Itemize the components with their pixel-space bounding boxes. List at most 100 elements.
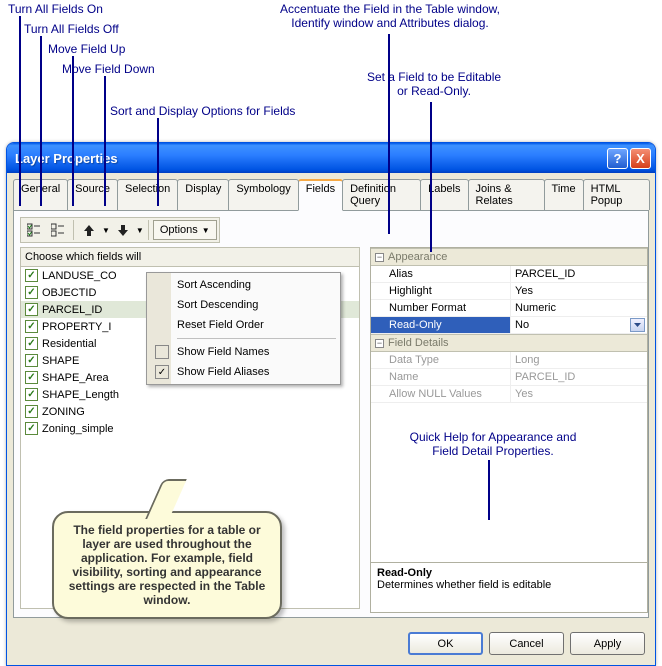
move-down-button[interactable]: [112, 220, 134, 240]
annotation-accentuate: Accentuate the Field in the Table window…: [260, 2, 520, 30]
prop-number-format[interactable]: Number FormatNumeric: [371, 300, 647, 317]
group-label: Appearance: [388, 251, 447, 263]
prop-label: Data Type: [371, 352, 511, 368]
tab-source[interactable]: Source: [67, 179, 118, 210]
field-row-7[interactable]: ✓ SHAPE_Length: [21, 386, 359, 403]
field-row-9[interactable]: ✓ Zoning_simple: [21, 420, 359, 437]
menu-label: Sort Ascending: [177, 279, 251, 291]
all-fields-on-button[interactable]: [23, 220, 45, 240]
field-name: OBJECTID: [42, 287, 96, 299]
tab-html-popup[interactable]: HTML Popup: [583, 179, 650, 210]
menu-sort-desc[interactable]: Sort Descending: [149, 295, 338, 315]
tab-definition-query[interactable]: Definition Query: [342, 179, 421, 210]
prop-highlight[interactable]: HighlightYes: [371, 283, 647, 300]
options-label: Options: [160, 224, 198, 236]
collapse-icon[interactable]: −: [375, 339, 384, 348]
field-name: LANDUSE_CO: [42, 270, 117, 282]
field-name: Residential: [42, 338, 96, 350]
tab-symbology[interactable]: Symbology: [228, 179, 298, 210]
tab-selection[interactable]: Selection: [117, 179, 178, 210]
annotation-all-off: Turn All Fields Off: [24, 22, 119, 36]
callout-bubble: The field properties for a table or laye…: [52, 511, 282, 619]
prop-label: Highlight: [371, 283, 511, 299]
prop-value[interactable]: PARCEL_ID: [511, 266, 647, 282]
prop-label: Number Format: [371, 300, 511, 316]
prop-label: Alias: [371, 266, 511, 282]
annotation-move-down: Move Field Down: [62, 62, 155, 76]
field-checkbox[interactable]: ✓: [25, 371, 38, 384]
split-arrow-icon: ▼: [136, 226, 144, 235]
arrow-up-icon: [82, 223, 96, 237]
menu-show-aliases[interactable]: ✓ Show Field Aliases: [149, 362, 338, 382]
prop-alias[interactable]: AliasPARCEL_ID: [371, 266, 647, 283]
dialog-button-row: OK Cancel Apply: [7, 624, 655, 665]
field-name: PARCEL_ID: [42, 304, 102, 316]
options-button[interactable]: Options ▼: [153, 220, 217, 240]
fields-toolbar: ▼ ▼ Options ▼: [20, 217, 220, 243]
tab-time[interactable]: Time: [544, 179, 584, 210]
collapse-icon[interactable]: −: [375, 253, 384, 262]
split-arrow-icon: ▼: [102, 226, 110, 235]
field-name: ZONING: [42, 406, 85, 418]
field-checkbox[interactable]: ✓: [25, 303, 38, 316]
prop-value: PARCEL_ID: [511, 369, 647, 385]
menu-separator: [177, 338, 336, 339]
field-checkbox[interactable]: ✓: [25, 320, 38, 333]
menu-label: Show Field Aliases: [177, 366, 269, 378]
menu-sort-asc[interactable]: Sort Ascending: [149, 275, 338, 295]
prop-value-text: No: [515, 319, 529, 331]
cancel-button[interactable]: Cancel: [489, 632, 564, 655]
prop-label: Name: [371, 369, 511, 385]
field-checkbox[interactable]: ✓: [25, 422, 38, 435]
field-checkbox[interactable]: ✓: [25, 286, 38, 299]
field-checkbox[interactable]: ✓: [25, 388, 38, 401]
prop-allow-null: Allow NULL ValuesYes: [371, 386, 647, 403]
radio-icon: ✓: [155, 365, 169, 379]
arrow-down-icon: [116, 223, 130, 237]
prop-value[interactable]: No: [511, 317, 647, 333]
checklist-on-icon: [27, 223, 41, 237]
group-appearance[interactable]: −Appearance: [371, 248, 647, 266]
prop-read-only[interactable]: Read-Only No: [371, 317, 647, 334]
annotation-editable: Set a Field to be Editable or Read-Only.: [344, 70, 524, 98]
options-menu: Sort Ascending Sort Descending Reset Fie…: [146, 272, 341, 385]
field-checkbox[interactable]: ✓: [25, 354, 38, 367]
apply-button[interactable]: Apply: [570, 632, 645, 655]
tab-display[interactable]: Display: [177, 179, 229, 210]
tab-fields[interactable]: Fields: [298, 179, 343, 211]
field-checkbox[interactable]: ✓: [25, 269, 38, 282]
prop-label: Allow NULL Values: [371, 386, 511, 402]
ok-button[interactable]: OK: [408, 632, 483, 655]
prop-label: Read-Only: [371, 317, 511, 333]
field-row-8[interactable]: ✓ ZONING: [21, 403, 359, 420]
prop-data-type: Data TypeLong: [371, 352, 647, 369]
help-button[interactable]: ?: [607, 148, 628, 169]
prop-value[interactable]: Numeric: [511, 300, 647, 316]
prop-value[interactable]: Yes: [511, 283, 647, 299]
close-button[interactable]: X: [630, 148, 651, 169]
move-up-button[interactable]: [78, 220, 100, 240]
chevron-down-icon[interactable]: [630, 318, 645, 332]
field-checkbox[interactable]: ✓: [25, 337, 38, 350]
all-fields-off-button[interactable]: [47, 220, 69, 240]
toolbar-separator: [148, 220, 149, 240]
field-name: SHAPE_Length: [42, 389, 119, 401]
menu-reset-order[interactable]: Reset Field Order: [149, 315, 338, 335]
tab-joins-relates[interactable]: Joins & Relates: [468, 179, 545, 210]
prop-value: Yes: [511, 386, 647, 402]
field-name: PROPERTY_I: [42, 321, 112, 333]
group-field-details[interactable]: −Field Details: [371, 334, 647, 352]
annotation-help: Quick Help for Appearance and Field Deta…: [388, 430, 598, 458]
tab-panel-fields: ▼ ▼ Options ▼ Choose which fields will ✓…: [13, 210, 649, 618]
annotation-sort-opts: Sort and Display Options for Fields: [110, 104, 295, 118]
toolbar-separator: [73, 220, 74, 240]
menu-show-names[interactable]: Show Field Names: [149, 342, 338, 362]
field-name: Zoning_simple: [42, 423, 114, 435]
annotation-move-up: Move Field Up: [48, 42, 125, 56]
menu-label: Sort Descending: [177, 299, 258, 311]
choose-fields-label: Choose which fields will: [20, 247, 360, 267]
layer-properties-dialog: Layer Properties ? X General Source Sele…: [6, 142, 656, 666]
annotation-all-on: Turn All Fields On: [8, 2, 103, 16]
field-checkbox[interactable]: ✓: [25, 405, 38, 418]
tab-labels[interactable]: Labels: [420, 179, 468, 210]
